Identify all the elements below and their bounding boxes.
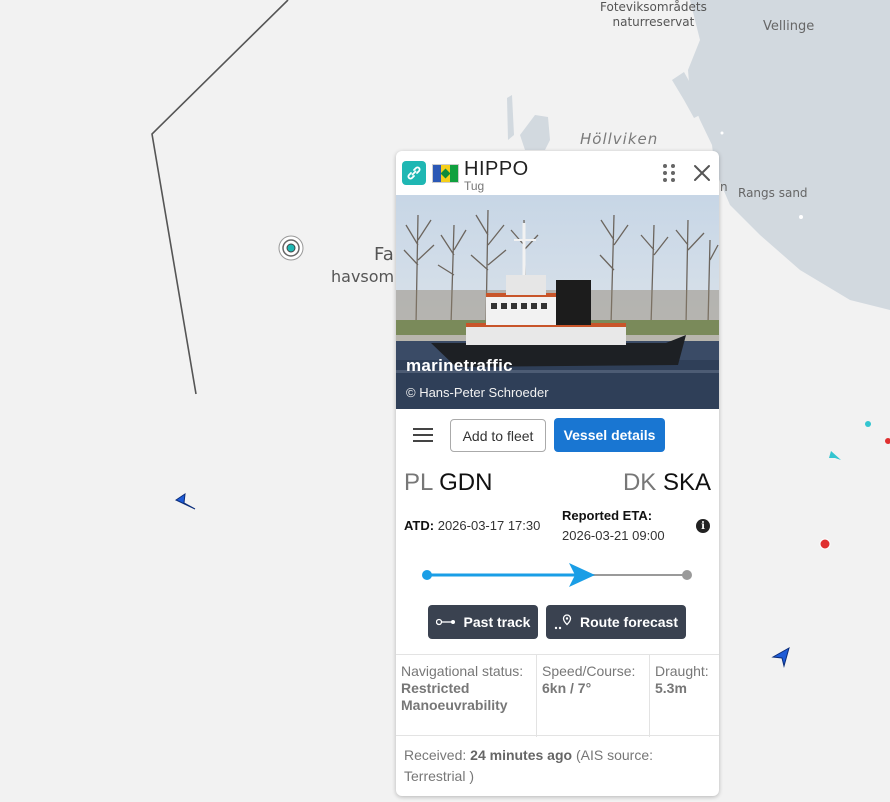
popup-actions: Add to fleet Vessel details [396,409,719,459]
stat-draught-value: 5.3m [655,680,687,696]
map-label-vellinge: Vellinge [763,19,815,34]
vessel-arrow-icon[interactable] [829,451,841,460]
vessel-popup: HIPPO Tug marinetraffic © Hans-Peter Sch… [396,151,719,796]
vessel-details-button[interactable]: Vessel details [554,418,665,452]
track-icon [435,618,455,626]
vessel-dot-icon[interactable] [865,421,871,427]
map-label-hollviken: Höllviken [580,130,659,148]
stat-draught: Draught: 5.3m [650,655,719,737]
land-island [520,115,550,150]
stat-nav-value: Restricted Manoeuvrability [401,680,508,713]
voyage-progress [422,563,692,587]
vessel-stats: Navigational status: Restricted Manoeuvr… [396,654,719,737]
link-icon[interactable] [402,161,426,185]
past-track-button[interactable]: Past track [428,605,538,639]
departure-port[interactable]: PL GDN [404,469,492,497]
stat-draught-label: Draught: [655,663,709,679]
marker-target-icon[interactable] [278,235,304,261]
map-label-fa: Fa [374,244,394,265]
vessel-name: HIPPO [464,158,529,180]
progress-end-dot [682,570,692,580]
close-icon[interactable] [692,163,712,183]
photo-watermark: marinetraffic [406,356,513,375]
flag-icon [432,164,459,183]
route-forecast-button[interactable]: Route forecast [546,605,686,639]
vessel-arrow-icon[interactable] [771,646,790,668]
route-line [151,0,289,395]
vessel-photo[interactable]: marinetraffic © Hans-Peter Schroeder [396,195,719,409]
received-info: Received: 24 minutes ago (AIS source: Te… [404,745,704,787]
vessel-dot-icon[interactable] [819,538,831,550]
route-forecast-icon [554,614,572,630]
stat-navigational-status: Navigational status: Restricted Manoeuvr… [396,655,537,737]
photo-credit: © Hans-Peter Schroeder [406,385,549,400]
departure-port-code: GDN [439,469,493,496]
stat-nav-label: Navigational status: [401,663,524,679]
map-label-havsom: havsom [331,267,395,286]
stat-speed-label: Speed/Course: [542,663,636,679]
vessel-arrow-icon[interactable] [174,492,196,510]
departure-country: PL [404,469,433,496]
info-icon[interactable]: i [696,519,710,533]
route-forecast-label: Route forecast [579,614,679,630]
atd: ATD: 2026-03-17 17:30 [404,518,540,533]
map-label-foteviks: Foteviksområdets naturreservat [600,0,707,29]
stat-speed-value: 6kn / 7° [542,680,592,696]
map-label-fragment: n [720,180,728,194]
eta-label: Reported ETA: [562,508,653,523]
atd-label: ATD: [404,518,435,533]
map-label-rangs-sand: Rangs sand [738,186,808,200]
map-point [720,131,724,135]
stat-speed-course: Speed/Course: 6kn / 7° [537,655,650,737]
land-sliver [507,95,514,140]
vessel-dot-icon[interactable] [885,438,890,444]
vessel-type: Tug [464,179,485,193]
eta-value: 2026-03-21 09:00 [562,528,665,543]
popup-header: HIPPO Tug [396,151,719,195]
received-label: Received: [404,747,467,763]
drag-handle-icon[interactable] [662,163,676,183]
destination-port-code: SKA [662,469,711,496]
destination-country: DK [622,469,657,496]
received-value: 24 minutes ago [470,747,573,763]
past-track-label: Past track [463,614,531,630]
atd-value: 2026-03-17 17:30 [437,518,541,533]
add-to-fleet-button[interactable]: Add to fleet [450,419,546,452]
map-point [799,215,803,219]
progress-start-dot [422,570,432,580]
destination-port[interactable]: DK SKA [623,469,711,497]
menu-icon[interactable] [413,427,433,443]
